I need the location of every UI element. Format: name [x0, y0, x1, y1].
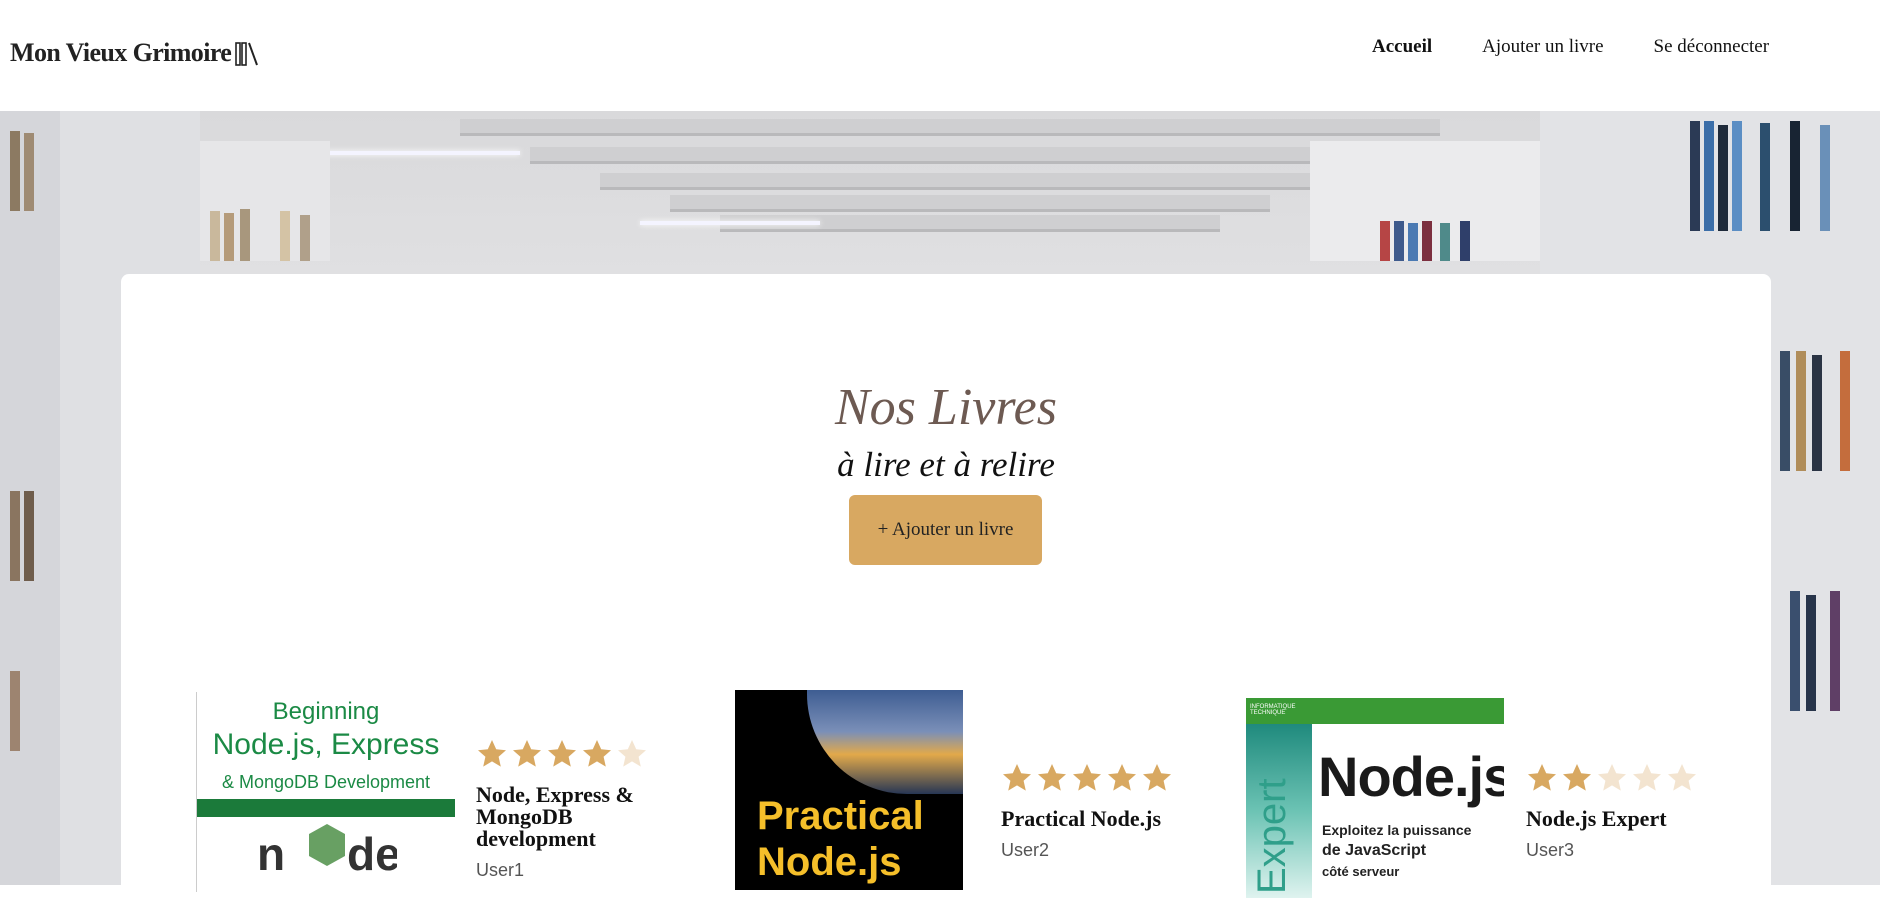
star-empty-icon [618, 740, 646, 767]
svg-text:de: de [347, 828, 397, 880]
svg-text:n: n [257, 828, 285, 880]
nav-deconnecter[interactable]: Se déconnecter [1654, 36, 1770, 58]
star-filled-icon [513, 740, 541, 767]
book-author: User2 [1001, 840, 1050, 860]
book-info: Node.js Expert User3 [1526, 762, 1716, 861]
star-empty-icon [1668, 764, 1696, 791]
book-card[interactable]: INFORMATIQUE TECHNIQUE Expert Node.js Ex… [1246, 698, 1706, 898]
cover-line1: Node.js [1318, 745, 1504, 808]
star-filled-icon [1143, 764, 1171, 791]
cover-photo [807, 690, 963, 794]
rating-stars [1001, 762, 1191, 794]
rating-stars [1526, 762, 1716, 794]
main-nav: Accueil Ajouter un livre Se déconnecter [1372, 36, 1819, 58]
nav-accueil[interactable]: Accueil [1372, 36, 1432, 58]
book-card[interactable]: Practical Node.js Practical Node.js User… [735, 690, 1195, 890]
book-title: Node.js Expert [1526, 806, 1667, 831]
cover-line1: Beginning [272, 698, 380, 725]
header: Mon Vieux Grimoire Accueil Ajouter un li… [0, 0, 1880, 111]
logo[interactable]: Mon Vieux Grimoire [10, 38, 259, 68]
star-filled-icon [1003, 764, 1031, 791]
star-filled-icon [1563, 764, 1591, 791]
star-filled-icon [1038, 764, 1066, 791]
add-book-button[interactable]: + Ajouter un livre [849, 495, 1042, 565]
cover-line3: & MongoDB Development [221, 772, 431, 792]
star-empty-icon [1633, 764, 1661, 791]
book-author: User1 [476, 860, 525, 880]
book-cover: Beginning Node.js, Express & MongoDB Dev… [196, 692, 455, 892]
star-empty-icon [1598, 764, 1626, 791]
cover-side-text: Expert [1250, 778, 1294, 894]
star-filled-icon [583, 740, 611, 767]
book-card[interactable]: Beginning Node.js, Express & MongoDB Dev… [196, 692, 656, 892]
cover-line4: côté serveur [1322, 864, 1400, 879]
page-subtitle: à lire et à relire [837, 445, 1055, 484]
book-title: Node, Express & MongoDB development [476, 782, 634, 851]
cover-line1: Practical [757, 794, 924, 838]
logo-text: Mon Vieux Grimoire [10, 38, 232, 67]
star-filled-icon [1528, 764, 1556, 791]
book-cover: Practical Node.js [735, 690, 963, 890]
book-cover: INFORMATIQUE TECHNIQUE Expert Node.js Ex… [1246, 698, 1504, 898]
cover-line2: Exploitez la puissance [1322, 822, 1472, 838]
nav-ajouter-livre[interactable]: Ajouter un livre [1482, 36, 1603, 58]
book-info: Practical Node.js User2 [1001, 762, 1191, 861]
cover-line2: Node.js [757, 840, 902, 884]
book-info: Node, Express & MongoDB development User… [476, 738, 666, 881]
star-filled-icon [1108, 764, 1136, 791]
book-title: Practical Node.js [1001, 806, 1162, 831]
cover-line3: de JavaScript [1322, 842, 1427, 859]
page-title: Nos Livres [835, 379, 1057, 436]
star-filled-icon [548, 740, 576, 767]
book-author: User3 [1526, 840, 1575, 860]
star-filled-icon [1073, 764, 1101, 791]
books-icon [235, 42, 259, 66]
nodejs-logo-icon: n de [257, 824, 397, 880]
cover-brand: INFORMATIQUE TECHNIQUE [1250, 704, 1296, 716]
cover-line2: Node.js, Express [212, 728, 440, 761]
star-filled-icon [478, 740, 506, 767]
main-card: Nos Livres à lire et à relire + Ajouter … [121, 274, 1771, 914]
rating-stars [476, 738, 666, 770]
